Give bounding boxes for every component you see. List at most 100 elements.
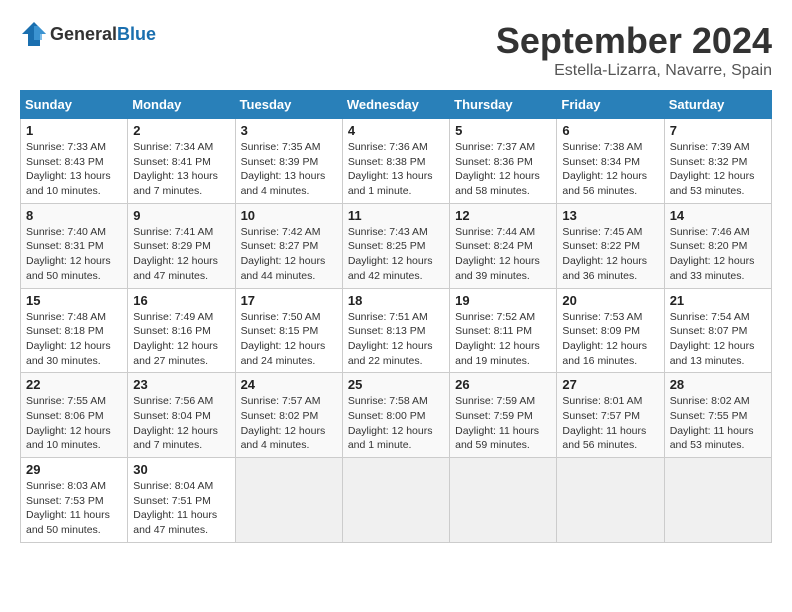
- day-cell: 21 Sunrise: 7:54 AMSunset: 8:07 PMDayligh…: [664, 288, 771, 373]
- day-cell: 26 Sunrise: 7:59 AMSunset: 7:59 PMDayligh…: [450, 373, 557, 458]
- day-cell: [450, 458, 557, 543]
- day-cell: 9 Sunrise: 7:41 AMSunset: 8:29 PMDaylight…: [128, 203, 235, 288]
- calendar-header: Sunday Monday Tuesday Wednesday Thursday…: [21, 91, 772, 119]
- week-row-4: 22 Sunrise: 7:55 AMSunset: 8:06 PMDayligh…: [21, 373, 772, 458]
- day-cell: 30 Sunrise: 8:04 AMSunset: 7:51 PMDayligh…: [128, 458, 235, 543]
- day-cell: 18Sunrise: 7:51 AMSunset: 8:13 PMDayligh…: [342, 288, 449, 373]
- col-thursday: Thursday: [450, 91, 557, 119]
- day-number: 28: [670, 377, 766, 392]
- day-info: Sunrise: 7:42 AMSunset: 8:27 PMDaylight:…: [241, 225, 337, 284]
- col-sunday: Sunday: [21, 91, 128, 119]
- day-info: Sunrise: 7:35 AMSunset: 8:39 PMDaylight:…: [241, 140, 337, 199]
- day-number: 6: [562, 123, 658, 138]
- day-number: 12: [455, 208, 551, 223]
- day-cell: 3Sunrise: 7:35 AMSunset: 8:39 PMDaylight…: [235, 119, 342, 204]
- day-info: Sunrise: 7:53 AMSunset: 8:09 PMDaylight:…: [562, 310, 658, 369]
- day-info: Sunrise: 7:37 AMSunset: 8:36 PMDaylight:…: [455, 140, 551, 199]
- day-cell: 8 Sunrise: 7:40 AMSunset: 8:31 PMDaylight…: [21, 203, 128, 288]
- week-row-3: 15Sunrise: 7:48 AMSunset: 8:18 PMDayligh…: [21, 288, 772, 373]
- col-wednesday: Wednesday: [342, 91, 449, 119]
- day-cell: 27Sunrise: 8:01 AMSunset: 7:57 PMDayligh…: [557, 373, 664, 458]
- day-info: Sunrise: 7:45 AMSunset: 8:22 PMDaylight:…: [562, 225, 658, 284]
- day-cell: 7Sunrise: 7:39 AMSunset: 8:32 PMDaylight…: [664, 119, 771, 204]
- day-info: Sunrise: 7:58 AMSunset: 8:00 PMDaylight:…: [348, 394, 444, 453]
- day-cell: 4 Sunrise: 7:36 AMSunset: 8:38 PMDaylight…: [342, 119, 449, 204]
- day-number: 2: [133, 123, 229, 138]
- day-info: Sunrise: 7:36 AMSunset: 8:38 PMDaylight:…: [348, 140, 444, 199]
- day-cell: 20 Sunrise: 7:53 AMSunset: 8:09 PMDayligh…: [557, 288, 664, 373]
- week-row-5: 29 Sunrise: 8:03 AMSunset: 7:53 PMDayligh…: [21, 458, 772, 543]
- day-number: 5: [455, 123, 551, 138]
- day-info: Sunrise: 7:44 AMSunset: 8:24 PMDaylight:…: [455, 225, 551, 284]
- day-cell: 14 Sunrise: 7:46 AMSunset: 8:20 PMDayligh…: [664, 203, 771, 288]
- day-cell: 5 Sunrise: 7:37 AMSunset: 8:36 PMDaylight…: [450, 119, 557, 204]
- day-cell: 19Sunrise: 7:52 AMSunset: 8:11 PMDayligh…: [450, 288, 557, 373]
- day-number: 25: [348, 377, 444, 392]
- calendar-table: Sunday Monday Tuesday Wednesday Thursday…: [20, 90, 772, 543]
- day-number: 9: [133, 208, 229, 223]
- day-number: 24: [241, 377, 337, 392]
- day-number: 1: [26, 123, 122, 138]
- col-tuesday: Tuesday: [235, 91, 342, 119]
- day-info: Sunrise: 7:50 AMSunset: 8:15 PMDaylight:…: [241, 310, 337, 369]
- day-info: Sunrise: 7:38 AMSunset: 8:34 PMDaylight:…: [562, 140, 658, 199]
- day-info: Sunrise: 7:49 AMSunset: 8:16 PMDaylight:…: [133, 310, 229, 369]
- day-number: 30: [133, 462, 229, 477]
- week-row-2: 8 Sunrise: 7:40 AMSunset: 8:31 PMDaylight…: [21, 203, 772, 288]
- day-info: Sunrise: 7:39 AMSunset: 8:32 PMDaylight:…: [670, 140, 766, 199]
- day-number: 26: [455, 377, 551, 392]
- day-number: 27: [562, 377, 658, 392]
- day-cell: [342, 458, 449, 543]
- day-number: 29: [26, 462, 122, 477]
- day-number: 11: [348, 208, 444, 223]
- day-cell: 12 Sunrise: 7:44 AMSunset: 8:24 PMDayligh…: [450, 203, 557, 288]
- day-number: 4: [348, 123, 444, 138]
- day-cell: 17 Sunrise: 7:50 AMSunset: 8:15 PMDayligh…: [235, 288, 342, 373]
- day-number: 13: [562, 208, 658, 223]
- day-number: 22: [26, 377, 122, 392]
- day-info: Sunrise: 7:55 AMSunset: 8:06 PMDaylight:…: [26, 394, 122, 453]
- day-number: 21: [670, 293, 766, 308]
- calendar-body: 1 Sunrise: 7:33 AMSunset: 8:43 PMDaylight…: [21, 119, 772, 543]
- day-info: Sunrise: 7:34 AMSunset: 8:41 PMDaylight:…: [133, 140, 229, 199]
- logo-icon: [20, 20, 48, 48]
- day-number: 16: [133, 293, 229, 308]
- logo-general: General: [50, 24, 117, 45]
- day-number: 23: [133, 377, 229, 392]
- day-info: Sunrise: 8:02 AMSunset: 7:55 PMDaylight:…: [670, 394, 766, 453]
- day-info: Sunrise: 7:41 AMSunset: 8:29 PMDaylight:…: [133, 225, 229, 284]
- day-info: Sunrise: 7:51 AMSunset: 8:13 PMDaylight:…: [348, 310, 444, 369]
- day-number: 8: [26, 208, 122, 223]
- day-number: 10: [241, 208, 337, 223]
- day-cell: 24 Sunrise: 7:57 AMSunset: 8:02 PMDayligh…: [235, 373, 342, 458]
- col-friday: Friday: [557, 91, 664, 119]
- month-title: September 2024: [496, 20, 772, 62]
- day-info: Sunrise: 7:56 AMSunset: 8:04 PMDaylight:…: [133, 394, 229, 453]
- logo-blue: Blue: [117, 24, 156, 45]
- day-info: Sunrise: 8:04 AMSunset: 7:51 PMDaylight:…: [133, 479, 229, 538]
- day-cell: 25 Sunrise: 7:58 AMSunset: 8:00 PMDayligh…: [342, 373, 449, 458]
- day-info: Sunrise: 7:46 AMSunset: 8:20 PMDaylight:…: [670, 225, 766, 284]
- day-info: Sunrise: 7:54 AMSunset: 8:07 PMDaylight:…: [670, 310, 766, 369]
- page-header: GeneralBlue September 2024 Estella-Lizar…: [20, 20, 772, 80]
- day-info: Sunrise: 7:57 AMSunset: 8:02 PMDaylight:…: [241, 394, 337, 453]
- day-cell: 29 Sunrise: 8:03 AMSunset: 7:53 PMDayligh…: [21, 458, 128, 543]
- day-cell: 13 Sunrise: 7:45 AMSunset: 8:22 PMDayligh…: [557, 203, 664, 288]
- day-cell: 10 Sunrise: 7:42 AMSunset: 8:27 PMDayligh…: [235, 203, 342, 288]
- day-cell: 28 Sunrise: 8:02 AMSunset: 7:55 PMDayligh…: [664, 373, 771, 458]
- day-number: 14: [670, 208, 766, 223]
- day-number: 20: [562, 293, 658, 308]
- day-info: Sunrise: 7:40 AMSunset: 8:31 PMDaylight:…: [26, 225, 122, 284]
- day-cell: 22 Sunrise: 7:55 AMSunset: 8:06 PMDayligh…: [21, 373, 128, 458]
- header-row: Sunday Monday Tuesday Wednesday Thursday…: [21, 91, 772, 119]
- day-cell: 6 Sunrise: 7:38 AMSunset: 8:34 PMDaylight…: [557, 119, 664, 204]
- logo: GeneralBlue: [20, 20, 156, 48]
- day-info: Sunrise: 7:43 AMSunset: 8:25 PMDaylight:…: [348, 225, 444, 284]
- day-cell: 1 Sunrise: 7:33 AMSunset: 8:43 PMDaylight…: [21, 119, 128, 204]
- day-cell: 11 Sunrise: 7:43 AMSunset: 8:25 PMDayligh…: [342, 203, 449, 288]
- day-number: 17: [241, 293, 337, 308]
- day-info: Sunrise: 7:59 AMSunset: 7:59 PMDaylight:…: [455, 394, 551, 453]
- day-info: Sunrise: 8:03 AMSunset: 7:53 PMDaylight:…: [26, 479, 122, 538]
- day-info: Sunrise: 7:33 AMSunset: 8:43 PMDaylight:…: [26, 140, 122, 199]
- day-number: 19: [455, 293, 551, 308]
